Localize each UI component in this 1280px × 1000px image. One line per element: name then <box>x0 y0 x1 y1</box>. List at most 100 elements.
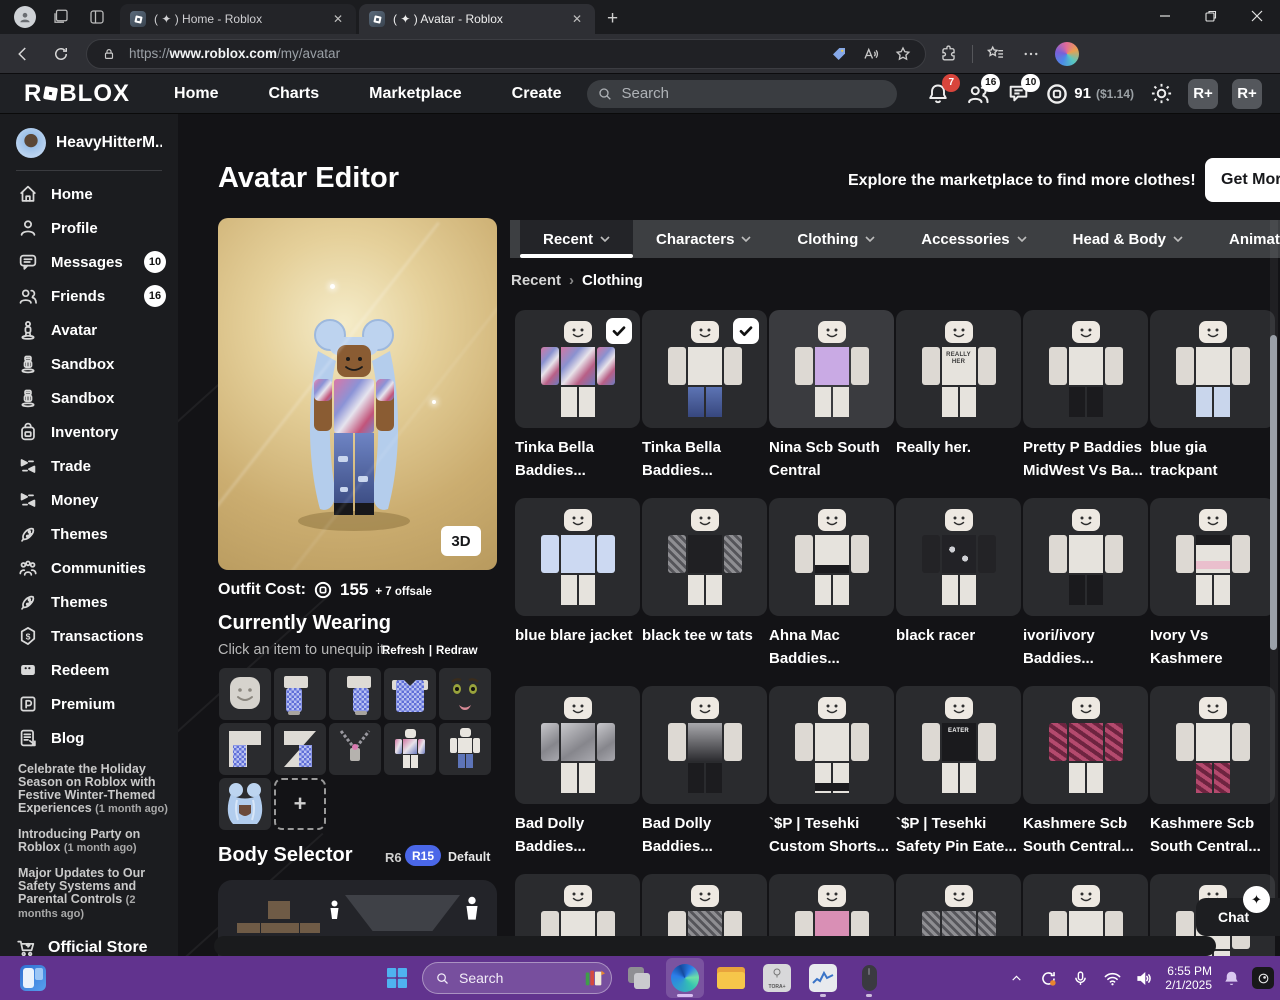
catalog-item-thumbnail[interactable] <box>642 310 767 428</box>
catalog-item[interactable]: Ivory Vs Kashmere <box>1150 498 1275 686</box>
read-aloud-icon[interactable] <box>859 42 883 66</box>
catalog-item[interactable]: ivori/ivory Baddies... <box>1023 498 1148 686</box>
catalog-item-thumbnail[interactable] <box>1023 498 1148 616</box>
file-explorer-icon[interactable] <box>712 958 750 998</box>
catalog-item-thumbnail[interactable]: EATER <box>896 686 1021 804</box>
catalog-item-thumbnail[interactable] <box>515 686 640 804</box>
catalog-item[interactable]: Bad Dolly Baddies... <box>515 686 640 874</box>
back-icon[interactable] <box>8 39 38 69</box>
monitor-app-icon[interactable] <box>804 958 842 998</box>
volume-icon[interactable] <box>1133 967 1155 989</box>
blog-post-link[interactable]: Celebrate the Holiday Season on Roblox w… <box>18 763 168 816</box>
sidebar-item-redeem[interactable]: Redeem <box>0 653 178 687</box>
wearing-shirt[interactable] <box>384 723 436 775</box>
close-window-button[interactable] <box>1234 0 1280 32</box>
avatar-preview[interactable]: 3D <box>218 218 497 570</box>
sidebar-item-official-store[interactable]: Official Store <box>0 933 178 956</box>
redraw-link[interactable]: Redraw <box>436 645 478 657</box>
friends-header-icon[interactable]: 16 <box>965 73 1001 107</box>
microphone-icon[interactable] <box>1069 967 1091 989</box>
catalog-item[interactable]: Pretty P Baddies MidWest Vs Ba... <box>1023 310 1148 498</box>
catalog-item-thumbnail[interactable] <box>515 498 640 616</box>
extension-button-ropro-1[interactable]: R+ <box>1188 78 1218 109</box>
wearing-necklace[interactable] <box>329 723 381 775</box>
catalog-item[interactable]: `$P | Tesehki Custom Shorts... <box>769 686 894 874</box>
sidebar-item-money[interactable]: Money <box>0 483 178 517</box>
wearing-right-leg[interactable] <box>274 723 326 775</box>
tab-actions-icon[interactable] <box>86 6 108 28</box>
catalog-item-thumbnail[interactable] <box>515 310 640 428</box>
catalog-item[interactable]: blue blare jacket <box>515 498 640 686</box>
minimize-button[interactable] <box>1142 0 1188 32</box>
tora-app-icon[interactable]: TORA+ <box>758 958 796 998</box>
extension-button-ropro-2[interactable]: R+ <box>1232 78 1262 109</box>
catalog-item[interactable]: blue gia trackpant <box>1150 310 1275 498</box>
taskbar-clock[interactable]: 6:55 PM 2/1/2025 <box>1165 964 1212 992</box>
workspaces-icon[interactable] <box>50 6 72 28</box>
blog-post-link[interactable]: Introducing Party on Roblox (1 month ago… <box>18 828 168 855</box>
catalog-item[interactable]: EATER `$P | Tesehki Safety Pin Eate... <box>896 686 1021 874</box>
catalog-item[interactable]: REALLY HER Really her. <box>896 310 1021 498</box>
new-tab-button[interactable]: + <box>595 8 632 34</box>
nav-home[interactable]: Home <box>174 85 218 103</box>
catalog-item-thumbnail[interactable] <box>642 686 767 804</box>
extensions-icon[interactable] <box>934 40 962 68</box>
sidebar-item-messages[interactable]: Messages 10 <box>0 245 178 279</box>
catalog-item-thumbnail[interactable] <box>769 310 894 428</box>
sidebar-item-trade[interactable]: Trade <box>0 449 178 483</box>
notifications-bell-icon[interactable]: 7 <box>925 73 961 107</box>
tab-close-icon[interactable]: ✕ <box>330 12 346 26</box>
tab-accessories[interactable]: Accessories <box>898 220 1049 258</box>
wearing-right-arm[interactable] <box>329 668 381 720</box>
body-scale-slider[interactable] <box>345 895 460 931</box>
favorites-bar-icon[interactable] <box>981 40 1009 68</box>
tab-head-body[interactable]: Head & Body <box>1050 220 1206 258</box>
taskbar-search-input[interactable]: Search <box>422 962 612 994</box>
roblox-logo[interactable]: R BLOX <box>24 80 130 108</box>
catalog-item-thumbnail[interactable] <box>1150 310 1275 428</box>
catalog-item-thumbnail[interactable] <box>769 686 894 804</box>
catalog-item[interactable]: black tee w tats <box>642 498 767 686</box>
catalog-item-thumbnail[interactable] <box>769 498 894 616</box>
add-item-button[interactable]: + <box>274 778 326 830</box>
sidebar-user[interactable]: HeavyHitterM... <box>0 114 178 168</box>
wearing-left-leg[interactable] <box>219 723 271 775</box>
catalog-item[interactable]: Bad Dolly Baddies... <box>642 686 767 874</box>
wearing-head[interactable] <box>219 668 271 720</box>
body-type-r15-selected[interactable]: R15 <box>405 845 441 866</box>
catalog-item-thumbnail[interactable] <box>642 498 767 616</box>
catalog-item-thumbnail[interactable] <box>1150 686 1275 804</box>
sidebar-item-profile[interactable]: Profile <box>0 211 178 245</box>
tab-characters[interactable]: Characters <box>633 220 774 258</box>
nav-charts[interactable]: Charts <box>268 85 319 103</box>
chat-sparkle-icon[interactable]: ✦ <box>1243 886 1270 913</box>
tab-clothing[interactable]: Clothing <box>774 220 898 258</box>
notification-bell-icon[interactable] <box>1220 967 1242 989</box>
edge-icon[interactable] <box>666 958 704 998</box>
tab-animations[interactable]: Animations <box>1206 220 1280 258</box>
wearing-pants[interactable] <box>439 723 491 775</box>
favorite-star-icon[interactable] <box>891 42 915 66</box>
wearing-torso[interactable] <box>384 668 436 720</box>
tab-close-icon[interactable]: ✕ <box>569 12 585 26</box>
more-options-icon[interactable] <box>1017 40 1045 68</box>
header-search-input[interactable]: Search <box>587 79 898 108</box>
shopping-tag-icon[interactable] <box>827 42 851 66</box>
browser-tab-avatar[interactable]: ( ✦ ) Avatar - Roblox ✕ <box>359 4 595 34</box>
catalog-item[interactable]: Kashmere Scb South Central... <box>1150 686 1275 874</box>
catalog-item-thumbnail[interactable] <box>1150 498 1275 616</box>
url-bar[interactable]: https://www.roblox.com/my/avatar <box>86 38 926 69</box>
sidebar-item-home[interactable]: Home <box>0 177 178 211</box>
taskbar-app-icon[interactable] <box>620 958 658 998</box>
get-more-button[interactable]: Get More <box>1205 158 1280 202</box>
sidebar-item-inventory[interactable]: Inventory <box>0 415 178 449</box>
catalog-item-thumbnail[interactable] <box>1023 310 1148 428</box>
sidebar-item-communities[interactable]: Communities <box>0 551 178 585</box>
tab-recent[interactable]: Recent <box>520 220 634 258</box>
browser-tab-home[interactable]: ( ✦ ) Home - Roblox ✕ <box>120 4 356 34</box>
catalog-item[interactable]: Ahna Mac Baddies... <box>769 498 894 686</box>
refresh-icon[interactable] <box>46 39 76 69</box>
mouse-app-icon[interactable] <box>850 958 888 998</box>
obs-tray-icon[interactable] <box>1252 967 1274 989</box>
catalog-item-thumbnail[interactable] <box>1023 686 1148 804</box>
